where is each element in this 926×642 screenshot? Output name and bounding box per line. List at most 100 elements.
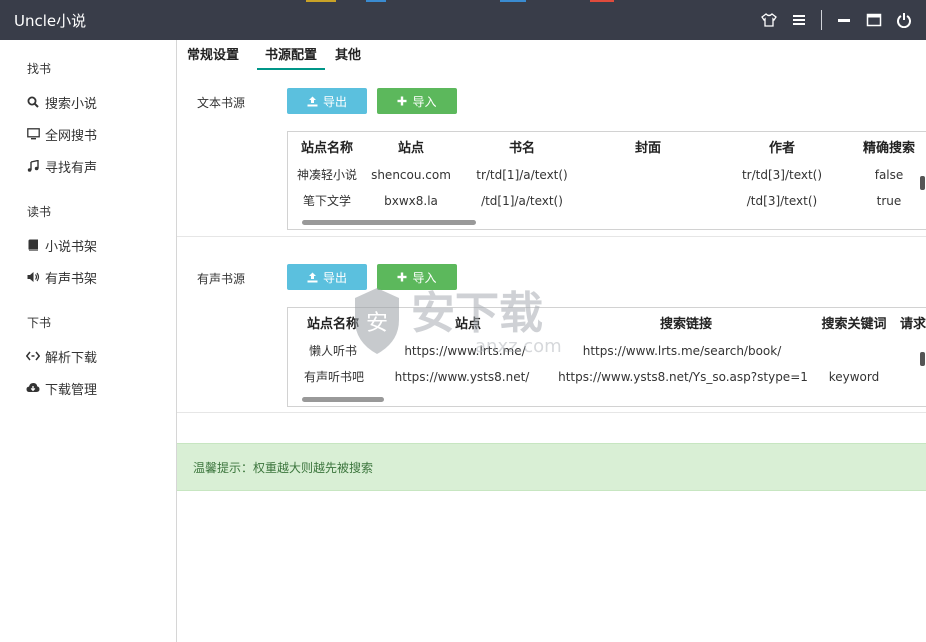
color-strip xyxy=(306,0,336,2)
volume-icon xyxy=(26,270,40,284)
column-header: 作者 xyxy=(768,141,795,156)
table-cell xyxy=(816,339,892,363)
table-row[interactable]: 懒人听书 https://www.lrts.me/ https://www.lr… xyxy=(288,339,926,363)
sidebar-item-search-novel[interactable]: 搜索小说 xyxy=(26,91,97,113)
sidebar-item-label: 下载管理 xyxy=(45,382,98,398)
column-header: 书名 xyxy=(508,141,535,156)
upload-icon xyxy=(307,96,318,107)
plus-icon xyxy=(397,96,407,106)
sidebar-item-label: 搜索小说 xyxy=(45,96,98,112)
table-cell: false xyxy=(874,168,904,182)
table-cell: 笔下文学 xyxy=(302,194,351,208)
table-cell: true xyxy=(876,194,902,208)
sidebar-item-audio-shelf[interactable]: 有声书架 xyxy=(26,266,97,288)
horizontal-scrollbar[interactable] xyxy=(302,220,476,225)
window-controls xyxy=(749,0,914,40)
tab-general-settings[interactable]: 常规设置 xyxy=(187,46,249,70)
text-source-table: 站点名称 站点 书名 封面 作者 精确搜索 神凑轻小说 shencou.com … xyxy=(287,131,926,230)
column-header: 请求 xyxy=(900,317,926,332)
table-cell: bxwx8.la xyxy=(384,194,438,208)
column-header: 站点名称 xyxy=(300,141,353,156)
column-header: 精确搜索 xyxy=(862,141,915,156)
sidebar-item-label: 全网搜书 xyxy=(45,128,98,144)
import-button[interactable]: 导入 xyxy=(377,88,457,114)
export-label: 导出 xyxy=(322,270,347,285)
sidebar-item-web-search[interactable]: 全网搜书 xyxy=(26,123,97,145)
cloud-download-icon xyxy=(26,381,40,395)
export-button[interactable]: 导出 xyxy=(287,88,367,114)
plus-icon xyxy=(397,272,407,282)
table-cell: /td[1]/a/text() xyxy=(481,194,563,208)
main-panel: 常规设置 书源配置 其他 文本书源 导出 导入 站点名称 站点 书名 封面 作者… xyxy=(177,40,926,642)
tab-bar: 常规设置 书源配置 其他 xyxy=(187,46,381,72)
sidebar-item-label: 有声书架 xyxy=(45,271,98,287)
sidebar-group-find: 找书 xyxy=(27,62,52,76)
import-label: 导入 xyxy=(412,94,437,109)
menu-icon[interactable] xyxy=(789,10,809,30)
tab-other[interactable]: 其他 xyxy=(335,46,371,70)
table-cell: https://www.ysts8.net/ xyxy=(394,370,530,384)
sidebar-group-download: 下书 xyxy=(27,316,52,330)
minimize-icon[interactable] xyxy=(834,10,854,30)
search-icon xyxy=(26,95,40,109)
column-header: 站点 xyxy=(397,141,424,156)
power-icon[interactable] xyxy=(894,10,914,30)
table-cell: tr/td[1]/a/text() xyxy=(476,168,568,182)
column-header: 站点名称 xyxy=(306,317,359,332)
horizontal-scrollbar[interactable] xyxy=(302,397,384,402)
column-header: 封面 xyxy=(634,141,661,156)
table-row[interactable]: 神凑轻小说 shencou.com tr/td[1]/a/text() tr/t… xyxy=(288,163,926,187)
column-header: 站点 xyxy=(454,317,481,332)
sidebar-item-parse-download[interactable]: 解析下载 xyxy=(26,345,97,367)
table-row[interactable]: 有声听书吧 https://www.ysts8.net/ https://www… xyxy=(288,365,926,389)
tab-source-config[interactable]: 书源配置 xyxy=(257,46,326,70)
table-header-row: 站点名称 站点 书名 封面 作者 精确搜索 xyxy=(288,137,926,161)
table-cell: keyword xyxy=(828,370,880,384)
table-cell: 神凑轻小说 xyxy=(296,168,357,182)
book-icon xyxy=(26,238,40,252)
monitor-icon xyxy=(26,127,40,141)
title-bar: Uncle小说 xyxy=(0,0,926,40)
sidebar-item-label: 寻找有声 xyxy=(45,160,98,176)
export-button[interactable]: 导出 xyxy=(287,264,367,290)
music-icon xyxy=(26,159,40,173)
color-strip xyxy=(366,0,386,2)
audio-source-section: 有声书源 导出 导入 站点名称 站点 搜索链接 搜索关键词 请求 懒人听书 ht… xyxy=(177,237,926,413)
upload-icon xyxy=(307,272,318,283)
maximize-icon[interactable] xyxy=(864,10,884,30)
separator xyxy=(821,10,822,30)
table-cell: /td[3]/text() xyxy=(746,194,818,208)
column-header: 搜索关键词 xyxy=(821,317,887,332)
table-cell: tr/td[3]/text() xyxy=(741,168,823,182)
sidebar-item-label: 解析下载 xyxy=(45,350,98,366)
vertical-scrollbar[interactable] xyxy=(920,176,925,190)
export-label: 导出 xyxy=(322,94,347,109)
import-label: 导入 xyxy=(412,270,437,285)
tip-text: 温馨提示：权重越大则越先被搜索 xyxy=(193,461,374,475)
color-strip xyxy=(500,0,526,2)
tip-banner: 温馨提示：权重越大则越先被搜索 xyxy=(177,443,926,491)
table-cell: shencou.com xyxy=(371,168,451,182)
table-cell: https://www.lrts.me/ xyxy=(404,344,526,358)
table-cell: https://www.ysts8.net/Ys_so.asp?stype=1 xyxy=(558,370,808,384)
sidebar: 找书 搜索小说 全网搜书 寻找有声 读书 小说书架 有声书架 下书 解析下载 下… xyxy=(0,40,177,642)
column-header: 搜索链接 xyxy=(659,317,712,332)
table-cell xyxy=(588,163,708,187)
text-source-section: 文本书源 导出 导入 站点名称 站点 书名 封面 作者 精确搜索 神凑轻小说 s… xyxy=(177,76,926,237)
text-source-label: 文本书源 xyxy=(197,96,246,110)
sidebar-item-label: 小说书架 xyxy=(45,239,98,255)
sidebar-item-find-audio[interactable]: 寻找有声 xyxy=(26,155,97,177)
audio-source-table: 站点名称 站点 搜索链接 搜索关键词 请求 懒人听书 https://www.l… xyxy=(287,307,926,407)
sidebar-item-novel-shelf[interactable]: 小说书架 xyxy=(26,234,97,256)
color-strip xyxy=(590,0,614,2)
sidebar-item-download-manager[interactable]: 下载管理 xyxy=(26,377,97,399)
vertical-scrollbar[interactable] xyxy=(920,352,925,366)
table-row[interactable]: 笔下文学 bxwx8.la /td[1]/a/text() /td[3]/tex… xyxy=(288,189,926,213)
shirt-icon[interactable] xyxy=(759,10,779,30)
app-title: Uncle小说 xyxy=(14,11,87,30)
import-button[interactable]: 导入 xyxy=(377,264,457,290)
table-cell xyxy=(588,189,708,213)
table-cell: 懒人听书 xyxy=(308,344,357,358)
code-icon xyxy=(26,349,40,363)
table-cell: https://www.lrts.me/search/book/ xyxy=(582,344,782,358)
